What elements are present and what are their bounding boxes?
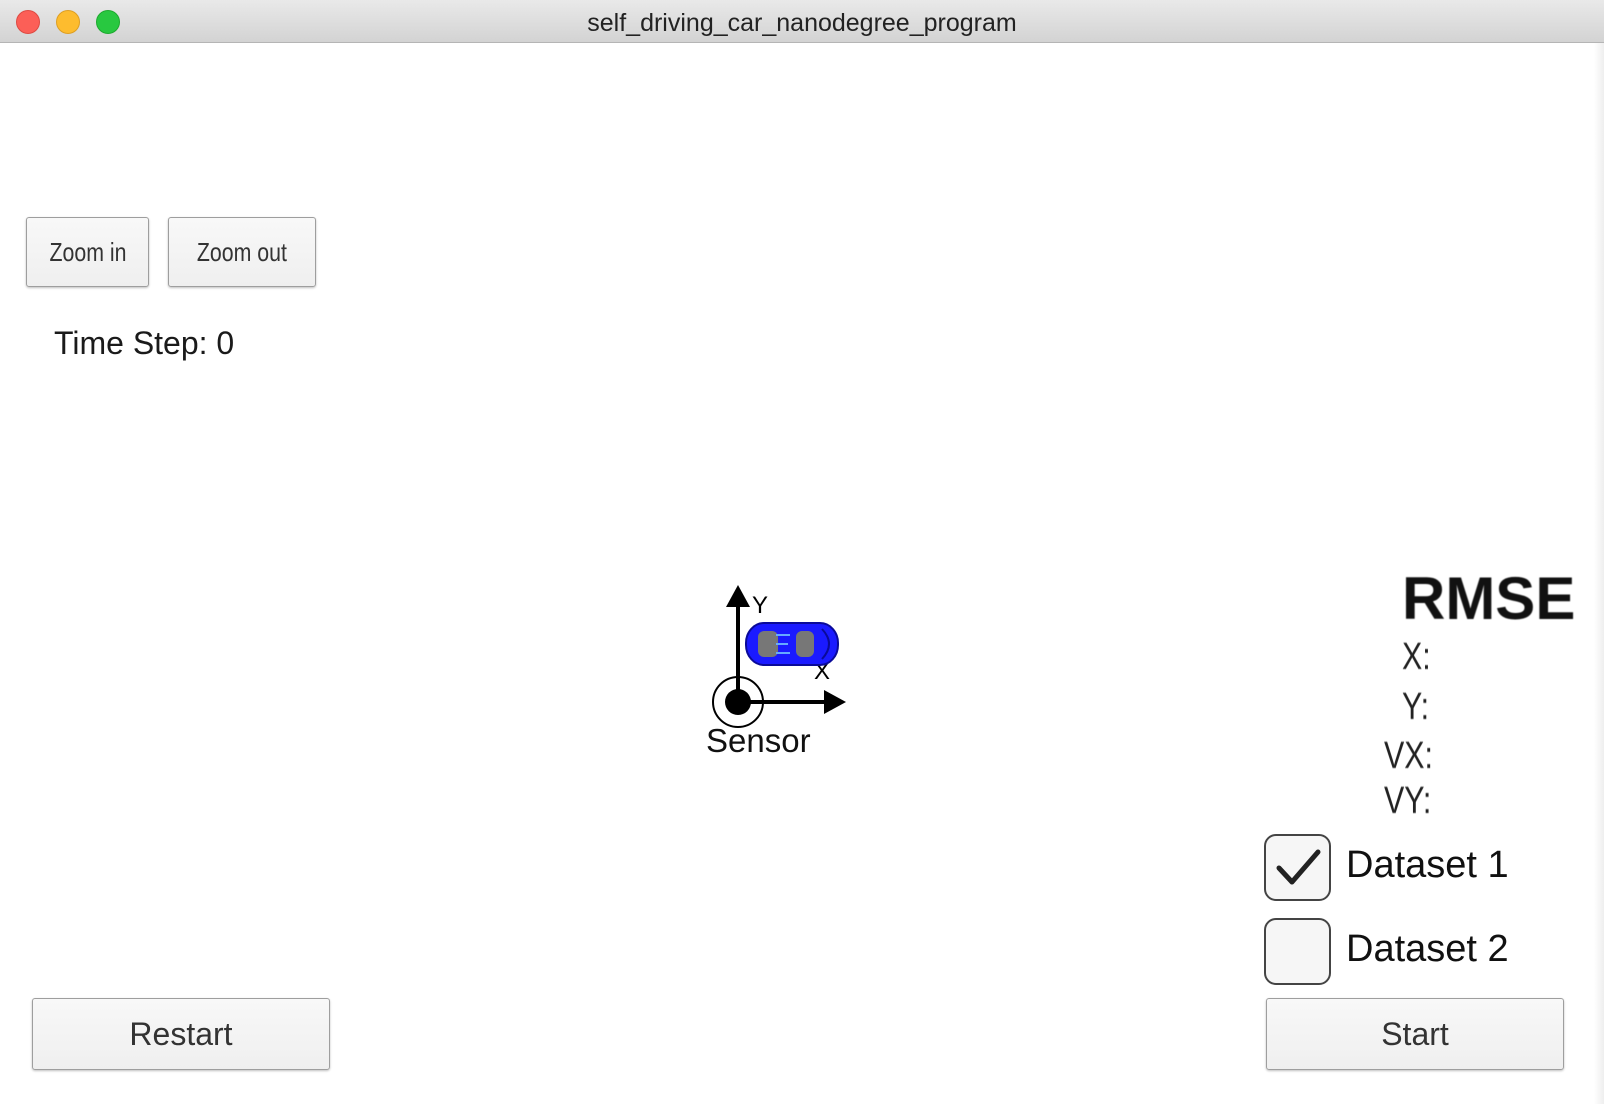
dataset-1-label[interactable]: Dataset 1 (1346, 844, 1509, 887)
rmse-y-label: Y: (1402, 686, 1430, 728)
rmse-title: RMSE (1402, 565, 1576, 632)
x-axis-arrow (738, 690, 846, 714)
app-window: self_driving_car_nanodegree_program Zoom… (0, 0, 1604, 1104)
start-button[interactable]: Start (1266, 998, 1564, 1070)
dataset-2-label[interactable]: Dataset 2 (1346, 928, 1509, 971)
restart-button[interactable]: Restart (32, 998, 330, 1070)
zoom-out-button[interactable]: Zoom out (168, 217, 316, 287)
title-bar: self_driving_car_nanodegree_program (0, 0, 1604, 43)
sensor-label: Sensor (706, 722, 811, 759)
dataset-1-checkbox[interactable] (1264, 834, 1331, 901)
axis-y-label: Y (752, 592, 768, 619)
window-title: self_driving_car_nanodegree_program (587, 9, 1017, 37)
rmse-vx-label: VX: (1384, 735, 1433, 777)
zoom-in-label: Zoom in (48, 237, 127, 267)
zoom-in-button[interactable]: Zoom in (26, 217, 149, 287)
rmse-vy-label: VY: (1384, 780, 1432, 822)
time-step-readout: Time Step: 0 (54, 325, 235, 361)
checkmark-icon (1276, 849, 1321, 885)
zoom-out-label: Zoom out (196, 237, 288, 267)
car-icon (745, 622, 839, 666)
right-edge-shadow (1594, 43, 1604, 1104)
dataset-2-checkbox[interactable] (1264, 918, 1331, 985)
rmse-x-label: X: (1402, 636, 1431, 678)
